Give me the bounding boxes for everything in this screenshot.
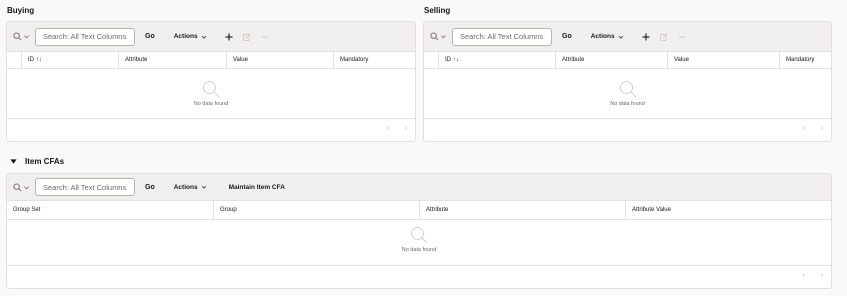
item-cfas-actions-label: Actions xyxy=(173,183,198,191)
no-data-search-icon xyxy=(619,81,636,98)
item-cfas-next-page[interactable]: › xyxy=(821,272,823,279)
item-cfas-no-data-text: No data found xyxy=(401,247,437,253)
item-cfas-col-group[interactable]: Group xyxy=(214,201,420,219)
chevron-down-icon xyxy=(618,35,623,39)
selling-grid-header: ID ↑↓ Attribute Value Mandatory xyxy=(424,52,831,69)
buying-col-value[interactable]: Value xyxy=(227,52,334,68)
selling-go-button[interactable]: Go xyxy=(562,33,572,40)
item-cfas-search-input[interactable] xyxy=(35,178,135,196)
buying-col-mandatory[interactable]: Mandatory xyxy=(334,52,415,68)
buying-search-input[interactable] xyxy=(35,27,135,46)
buying-no-data-text: No data found xyxy=(193,101,229,107)
selling-region: Go Actions ID ↑↓ Attribute Value Mandato… xyxy=(423,21,832,142)
selling-col-mandatory[interactable]: Mandatory xyxy=(780,52,831,68)
selling-col-value[interactable]: Value xyxy=(668,52,780,68)
item-cfas-col-attribute-value[interactable]: Attribute Value xyxy=(626,201,831,219)
selling-pager-divider xyxy=(424,118,831,119)
selling-search-menu[interactable] xyxy=(430,28,452,46)
item-cfas-prev-page[interactable]: ‹ xyxy=(802,272,804,279)
item-cfas-search-menu[interactable] xyxy=(13,178,35,196)
selling-title: Selling xyxy=(424,6,451,15)
selling-search-input[interactable] xyxy=(452,27,552,46)
selling-actions-label: Actions xyxy=(590,33,615,40)
item-cfas-go-button[interactable]: Go xyxy=(145,184,155,191)
buying-toolbar: Go Actions xyxy=(7,22,415,52)
buying-actions-label: Actions xyxy=(173,33,198,40)
search-icon xyxy=(13,182,22,191)
selling-col-attribute[interactable]: Attribute xyxy=(556,52,668,68)
buying-grid-header: ID ↑↓ Attribute Value Mandatory xyxy=(7,52,415,69)
edit-icon xyxy=(242,32,251,41)
item-cfas-pager: ‹ › xyxy=(802,272,823,279)
item-cfas-pager-divider xyxy=(7,265,831,266)
buying-title: Buying xyxy=(7,6,35,15)
no-data-search-icon xyxy=(203,81,220,98)
item-cfas-toolbar: Go Actions Maintain Item CFA xyxy=(7,174,831,201)
buying-search-menu[interactable] xyxy=(13,28,35,46)
item-cfas-grid-header: Group Set Group Attribute Attribute Valu… xyxy=(7,201,831,220)
item-cfas-collapse-toggle[interactable]: Item CFAs xyxy=(10,157,64,166)
search-icon xyxy=(13,32,22,41)
chevron-down-icon xyxy=(201,186,206,189)
buying-no-data: No data found xyxy=(7,80,415,107)
buying-edit-button[interactable] xyxy=(241,31,253,43)
chevron-down-icon xyxy=(441,35,446,39)
buying-add-button[interactable] xyxy=(223,31,235,43)
selling-row-selector-header[interactable] xyxy=(424,52,439,68)
selling-prev-page[interactable]: ‹ xyxy=(802,125,804,132)
buying-row-selector-header[interactable] xyxy=(7,52,22,68)
buying-col-attribute[interactable]: Attribute xyxy=(119,52,227,68)
buying-search xyxy=(13,27,135,46)
selling-no-data: No data found xyxy=(424,80,831,107)
search-icon xyxy=(430,32,439,41)
selling-delete-button[interactable] xyxy=(676,31,688,43)
item-cfas-region: Go Actions Maintain Item CFA Group Set G… xyxy=(6,173,832,289)
chevron-down-icon xyxy=(24,185,29,189)
maintain-item-cfa-button[interactable]: Maintain Item CFA xyxy=(229,184,285,191)
selling-edit-button[interactable] xyxy=(658,31,670,43)
selling-toolbar: Go Actions xyxy=(424,22,831,52)
delete-icon xyxy=(678,36,685,37)
chevron-down-icon xyxy=(201,35,206,39)
buying-region: Go Actions ID ↑↓ Attribute Value Mandato… xyxy=(6,21,416,142)
selling-actions-menu[interactable]: Actions xyxy=(591,33,624,40)
item-cfas-no-data: No data found xyxy=(7,226,831,253)
item-cfas-title: Item CFAs xyxy=(25,157,65,166)
selling-next-page[interactable]: › xyxy=(821,125,823,132)
plus-icon xyxy=(642,33,650,40)
selling-search xyxy=(430,27,552,46)
buying-pager: ‹ › xyxy=(386,125,407,132)
caret-down-icon xyxy=(10,159,17,164)
buying-col-id[interactable]: ID ↑↓ xyxy=(22,52,119,68)
item-cfas-col-group-set[interactable]: Group Set xyxy=(7,201,214,219)
selling-pager: ‹ › xyxy=(802,125,823,132)
buying-prev-page[interactable]: ‹ xyxy=(386,125,388,132)
buying-go-button[interactable]: Go xyxy=(145,33,155,40)
plus-icon xyxy=(225,33,233,40)
item-cfas-col-attribute[interactable]: Attribute xyxy=(420,201,626,219)
edit-icon xyxy=(659,32,668,41)
buying-actions-menu[interactable]: Actions xyxy=(174,33,207,40)
item-cfas-search xyxy=(13,178,135,196)
no-data-search-icon xyxy=(411,227,428,244)
buying-next-page[interactable]: › xyxy=(405,125,407,132)
buying-delete-button[interactable] xyxy=(259,31,271,43)
chevron-down-icon xyxy=(24,35,29,39)
delete-icon xyxy=(261,36,268,37)
selling-col-id[interactable]: ID ↑↓ xyxy=(439,52,556,68)
item-cfas-actions-menu[interactable]: Actions xyxy=(174,184,207,191)
selling-add-button[interactable] xyxy=(640,31,652,43)
selling-no-data-text: No data found xyxy=(610,101,645,107)
buying-pager-divider xyxy=(7,118,415,119)
